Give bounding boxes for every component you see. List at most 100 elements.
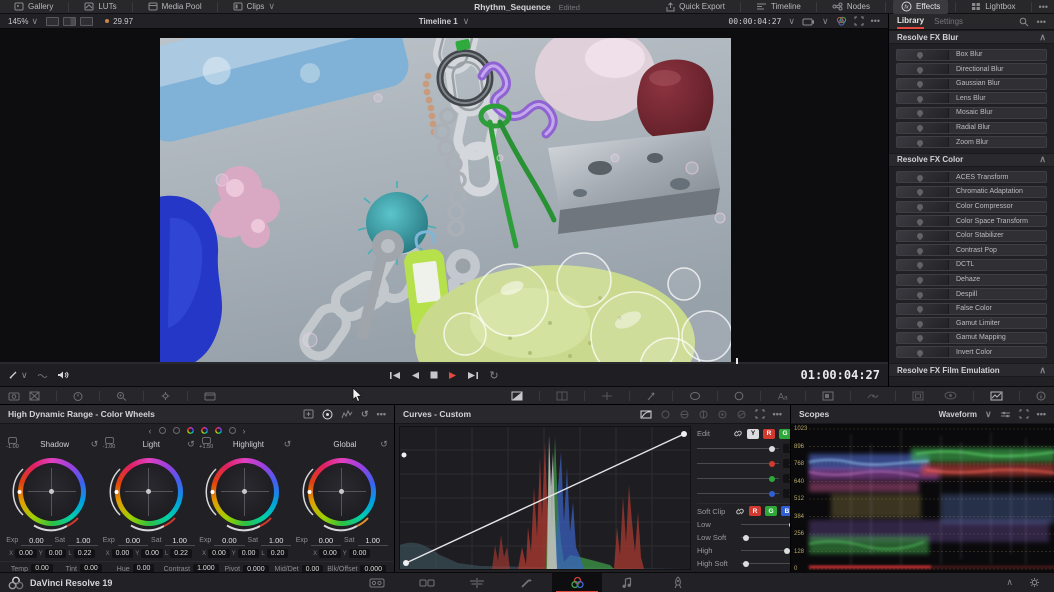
zone-dot[interactable] (229, 427, 236, 434)
expand-viewer-icon[interactable] (854, 16, 864, 26)
page-edit[interactable] (452, 573, 502, 592)
safe-area-icon[interactable] (912, 391, 924, 401)
quick-export-button[interactable]: Quick Export (658, 0, 733, 14)
fx-list-item[interactable]: ACES Transform (896, 171, 1047, 183)
l-value[interactable]: 0.20 (267, 549, 289, 558)
exp-value[interactable]: 0.00 (311, 536, 341, 546)
page-fusion[interactable] (502, 573, 552, 592)
power-window-circle-icon[interactable] (734, 391, 744, 401)
fx-list-item[interactable]: Color Stabilizer (896, 230, 1047, 242)
fx-list-item[interactable]: Invert Color (896, 346, 1047, 358)
window-overlay-icon[interactable] (822, 391, 834, 401)
text-tool-icon[interactable]: Aa (777, 391, 789, 401)
add-zone-icon[interactable] (303, 409, 314, 419)
fx-section-header[interactable]: Resolve FX Blur ∧ (889, 30, 1054, 44)
y-value[interactable]: 0.00 (238, 549, 260, 558)
x-value[interactable]: 0.00 (319, 549, 341, 558)
highlight-icon[interactable] (601, 391, 613, 401)
reset-icon[interactable]: ↺ (187, 439, 195, 450)
expand-panel-icon[interactable] (1019, 409, 1029, 419)
effects-button[interactable]: fx Effects (893, 0, 948, 14)
image-wipe-icon[interactable] (511, 391, 523, 401)
fx-list-item[interactable]: Gamut Limiter (896, 317, 1047, 329)
magnify-icon[interactable] (116, 391, 127, 401)
l-value[interactable]: 0.22 (170, 549, 192, 558)
page-cut[interactable] (402, 573, 452, 592)
sat-value[interactable]: 1.00 (261, 536, 291, 546)
gang-link-icon[interactable] (733, 429, 743, 438)
zone-dot[interactable] (159, 427, 166, 434)
info-icon[interactable] (1036, 391, 1046, 401)
gear-icon[interactable] (1029, 577, 1040, 588)
fx-list-item[interactable]: Mosaic Blur (896, 107, 1047, 119)
zone-dot-active[interactable] (187, 427, 194, 434)
grab-still-icon[interactable] (8, 391, 20, 401)
highlight-color-wheel[interactable] (205, 452, 285, 532)
split-screen-icon[interactable] (556, 391, 568, 401)
exp-value[interactable]: 0.00 (118, 536, 148, 546)
more-options-icon[interactable]: ••• (1039, 2, 1048, 12)
channel-r-button[interactable]: R (763, 429, 775, 439)
fx-list-item[interactable]: Directional Blur (896, 63, 1047, 75)
last-frame-button[interactable] (467, 371, 479, 380)
expand-panel-icon[interactable] (755, 409, 765, 419)
exp-value[interactable]: 0.00 (214, 536, 244, 546)
r-channel-slider[interactable] (697, 463, 779, 464)
page-media[interactable] (352, 573, 402, 592)
b-channel-slider[interactable] (697, 493, 779, 494)
fx-list-item[interactable]: Color Compressor (896, 201, 1047, 213)
more-options-icon[interactable]: ••• (1037, 17, 1046, 27)
fx-list-item[interactable]: Despill (896, 288, 1047, 300)
light-color-wheel[interactable] (109, 452, 189, 532)
wheel-arc-sliders[interactable] (205, 452, 285, 532)
curves-custom-mode-icon[interactable] (640, 410, 652, 419)
wheels-mode-icon[interactable] (322, 409, 333, 420)
notifications-caret-icon[interactable]: ∧ (1006, 577, 1013, 588)
page-deliver[interactable] (652, 573, 702, 592)
split-viewer-icon[interactable] (63, 17, 76, 26)
page-color[interactable] (552, 573, 602, 592)
preview-eye-icon[interactable] (944, 391, 957, 400)
search-icon[interactable] (1019, 17, 1029, 27)
more-options-icon[interactable]: ••• (871, 16, 880, 26)
tab-settings[interactable]: Settings (934, 15, 963, 28)
y-value[interactable]: 0.00 (141, 549, 163, 558)
video-frame[interactable] (160, 38, 731, 362)
zone-dot[interactable] (173, 427, 180, 434)
sat-value[interactable]: 1.00 (358, 536, 388, 546)
softclip-g-button[interactable]: G (765, 506, 777, 516)
first-frame-button[interactable] (389, 371, 401, 380)
timer-icon[interactable] (73, 391, 83, 401)
fx-section-header[interactable]: Resolve FX Color ∧ (889, 153, 1054, 167)
timeline-view-button[interactable]: Timeline (748, 0, 809, 14)
slate-icon[interactable] (204, 391, 216, 401)
reset-icon[interactable]: ↺ (91, 439, 99, 450)
enhanced-viewer-icon[interactable] (80, 17, 93, 26)
viewer-zoom-level[interactable]: 145% (8, 17, 28, 26)
reset-icon[interactable]: ↺ (380, 439, 388, 450)
loop-button[interactable]: ↻ (489, 369, 498, 382)
g-channel-slider[interactable] (697, 478, 779, 479)
sat-value[interactable]: 1.00 (165, 536, 195, 546)
global-color-wheel[interactable] (302, 452, 382, 532)
x-value[interactable]: 0.00 (15, 549, 37, 558)
gang-timecode[interactable]: 00:00:04:27 (728, 17, 781, 26)
zone-dot-active[interactable] (201, 427, 208, 434)
color-picker-icon[interactable] (160, 391, 171, 401)
zone-prev-icon[interactable]: ‹ (149, 426, 152, 436)
qualifier-picker-icon[interactable] (646, 391, 656, 401)
more-options-icon[interactable]: ••• (377, 409, 386, 419)
hue-vs-sat-icon[interactable] (679, 410, 690, 419)
sat-value[interactable]: 1.00 (68, 536, 98, 546)
shadow-color-wheel[interactable] (12, 452, 92, 532)
histogram-mode-icon[interactable] (341, 409, 353, 419)
stop-button[interactable] (430, 371, 438, 379)
fx-list-item[interactable]: Box Blur (896, 49, 1047, 61)
fx-list-item[interactable]: Gaussian Blur (896, 78, 1047, 90)
gallery-button[interactable]: Gallery (6, 0, 61, 14)
exp-value[interactable]: 0.00 (21, 536, 51, 546)
lightbox-button[interactable]: Lightbox (963, 0, 1023, 14)
channel-y-button[interactable]: Y (747, 429, 759, 439)
x-value[interactable]: 0.00 (112, 549, 134, 558)
softclip-r-button[interactable]: R (749, 506, 761, 516)
